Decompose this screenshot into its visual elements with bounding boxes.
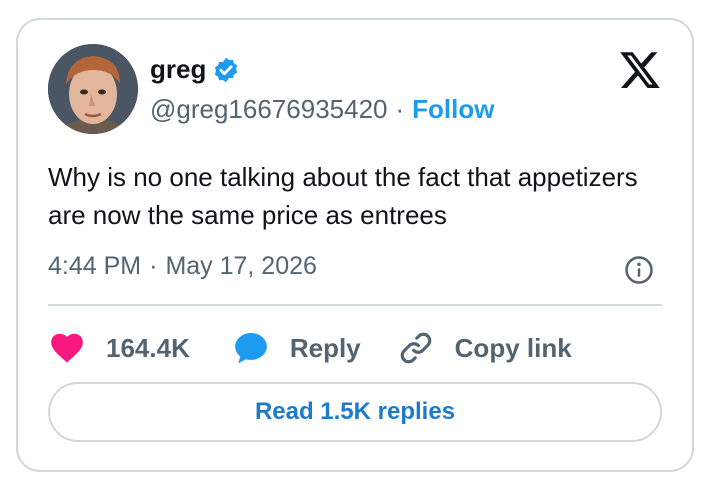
x-logo-icon[interactable]	[618, 48, 662, 92]
reply-button[interactable]: Reply	[232, 329, 361, 367]
avatar[interactable]	[48, 44, 138, 134]
copy-link-button[interactable]: Copy link	[397, 329, 572, 367]
verified-badge-icon	[215, 57, 238, 82]
handle-separator: ·	[395, 94, 405, 124]
info-icon[interactable]	[624, 255, 654, 285]
user-handle[interactable]: @greg16676935420	[150, 94, 388, 125]
heart-icon	[51, 333, 83, 363]
like-button[interactable]: 164.4K	[48, 329, 190, 367]
link-icon	[400, 332, 431, 364]
tweet-card: greg @greg16676935420 · Follow Why is no…	[16, 18, 694, 472]
tweet-timestamp[interactable]: 4:44 PM · May 17, 2026	[48, 252, 317, 281]
follow-button[interactable]: Follow	[412, 94, 494, 125]
copy-link-label: Copy link	[454, 332, 572, 363]
name-row: greg	[150, 54, 240, 85]
action-bar: 164.4K Reply Copy link	[48, 326, 572, 370]
tweet-text: Why is no one talking about the fact tha…	[48, 162, 638, 230]
display-name[interactable]: greg	[150, 54, 206, 85]
reply-bubble-icon	[235, 332, 267, 364]
reply-label: Reply	[289, 332, 361, 363]
read-replies-button[interactable]: Read 1.5K replies	[48, 382, 662, 442]
divider	[48, 304, 662, 306]
timestamp-separator: ·	[149, 252, 158, 280]
avatar-image	[48, 44, 138, 134]
tweet-date: May 17, 2026	[165, 252, 317, 280]
like-count: 164.4K	[106, 332, 190, 363]
handle-row: @greg16676935420 · Follow	[150, 94, 495, 125]
tweet-time: 4:44 PM	[48, 252, 142, 280]
